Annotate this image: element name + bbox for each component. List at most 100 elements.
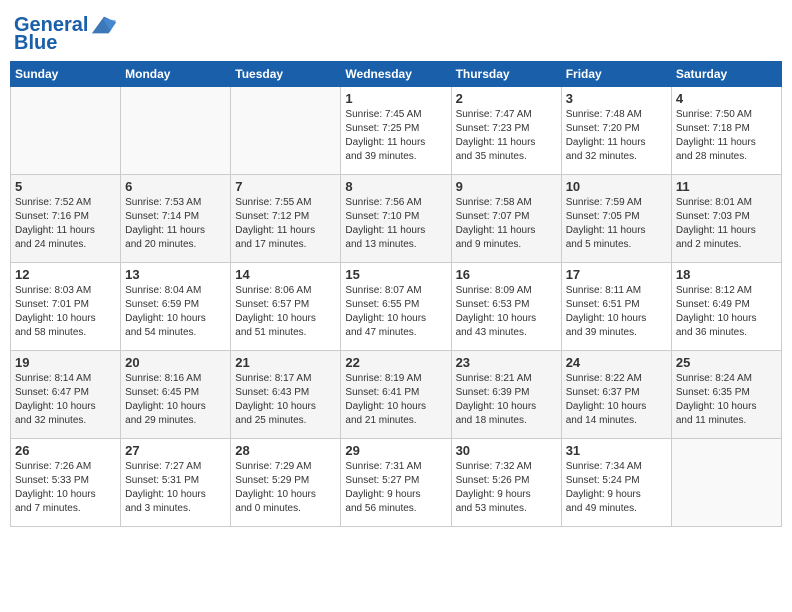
calendar-cell: 13 Sunrise: 8:04 AM Sunset: 6:59 PM Dayli… <box>121 263 231 351</box>
calendar-cell: 27 Sunrise: 7:27 AM Sunset: 5:31 PM Dayli… <box>121 439 231 527</box>
day-number: 23 <box>456 355 557 370</box>
day-info: Sunrise: 7:31 AM Sunset: 5:27 PM Dayligh… <box>345 460 446 516</box>
calendar-cell: 18Sunrise: 8:12 AM Sunset: 6:49 PM Dayli… <box>671 263 781 351</box>
day-number: 10 <box>566 179 667 194</box>
calendar-cell: 8 Sunrise: 7:56 AM Sunset: 7:10 PM Daylig… <box>341 175 451 263</box>
calendar-cell: 28 Sunrise: 7:29 AM Sunset: 5:29 PM Dayli… <box>231 439 341 527</box>
calendar-cell: 2 Sunrise: 7:47 AM Sunset: 7:23 PM Daylig… <box>451 87 561 175</box>
calendar-cell: 16Sunrise: 8:09 AM Sunset: 6:53 PM Dayli… <box>451 263 561 351</box>
calendar-cell: 25Sunrise: 8:24 AM Sunset: 6:35 PM Dayli… <box>671 351 781 439</box>
day-info: Sunrise: 7:59 AM Sunset: 7:05 PM Dayligh… <box>566 196 667 252</box>
day-number: 7 <box>235 179 336 194</box>
day-info: Sunrise: 7:27 AM Sunset: 5:31 PM Dayligh… <box>125 460 226 516</box>
calendar-header-row: SundayMondayTuesdayWednesdayThursdayFrid… <box>11 62 782 87</box>
day-info: Sunrise: 7:32 AM Sunset: 5:26 PM Dayligh… <box>456 460 557 516</box>
day-info: Sunrise: 8:03 AM Sunset: 7:01 PM Dayligh… <box>15 284 116 340</box>
day-info: Sunrise: 7:34 AM Sunset: 5:24 PM Dayligh… <box>566 460 667 516</box>
day-info: Sunrise: 7:56 AM Sunset: 7:10 PM Dayligh… <box>345 196 446 252</box>
calendar-table: SundayMondayTuesdayWednesdayThursdayFrid… <box>10 61 782 527</box>
day-info: Sunrise: 8:22 AM Sunset: 6:37 PM Dayligh… <box>566 372 667 428</box>
day-number: 15 <box>345 267 446 282</box>
calendar-cell <box>231 87 341 175</box>
day-of-week-header: Wednesday <box>341 62 451 87</box>
calendar-cell: 24Sunrise: 8:22 AM Sunset: 6:37 PM Dayli… <box>561 351 671 439</box>
day-info: Sunrise: 8:14 AM Sunset: 6:47 PM Dayligh… <box>15 372 116 428</box>
calendar-cell: 29 Sunrise: 7:31 AM Sunset: 5:27 PM Dayli… <box>341 439 451 527</box>
calendar-cell: 23 Sunrise: 8:21 AM Sunset: 6:39 PM Dayli… <box>451 351 561 439</box>
day-number: 17 <box>566 267 667 282</box>
day-info: Sunrise: 7:50 AM Sunset: 7:18 PM Dayligh… <box>676 108 777 164</box>
day-of-week-header: Thursday <box>451 62 561 87</box>
day-info: Sunrise: 7:52 AM Sunset: 7:16 PM Dayligh… <box>15 196 116 252</box>
day-number: 26 <box>15 443 116 458</box>
day-number: 31 <box>566 443 667 458</box>
day-info: Sunrise: 7:55 AM Sunset: 7:12 PM Dayligh… <box>235 196 336 252</box>
calendar-cell <box>11 87 121 175</box>
calendar-cell: 17Sunrise: 8:11 AM Sunset: 6:51 PM Dayli… <box>561 263 671 351</box>
day-number: 27 <box>125 443 226 458</box>
day-number: 1 <box>345 91 446 106</box>
day-number: 29 <box>345 443 446 458</box>
calendar-cell: 5 Sunrise: 7:52 AM Sunset: 7:16 PM Daylig… <box>11 175 121 263</box>
calendar-cell: 3 Sunrise: 7:48 AM Sunset: 7:20 PM Daylig… <box>561 87 671 175</box>
day-number: 21 <box>235 355 336 370</box>
page-header: General Blue <box>10 10 782 55</box>
day-info: Sunrise: 8:07 AM Sunset: 6:55 PM Dayligh… <box>345 284 446 340</box>
calendar-cell: 4 Sunrise: 7:50 AM Sunset: 7:18 PM Daylig… <box>671 87 781 175</box>
day-of-week-header: Tuesday <box>231 62 341 87</box>
day-info: Sunrise: 8:01 AM Sunset: 7:03 PM Dayligh… <box>676 196 777 252</box>
calendar-cell: 26Sunrise: 7:26 AM Sunset: 5:33 PM Dayli… <box>11 439 121 527</box>
day-info: Sunrise: 8:17 AM Sunset: 6:43 PM Dayligh… <box>235 372 336 428</box>
day-number: 4 <box>676 91 777 106</box>
day-of-week-header: Friday <box>561 62 671 87</box>
day-number: 8 <box>345 179 446 194</box>
day-info: Sunrise: 8:04 AM Sunset: 6:59 PM Dayligh… <box>125 284 226 340</box>
calendar-cell: 31 Sunrise: 7:34 AM Sunset: 5:24 PM Dayli… <box>561 439 671 527</box>
calendar-cell: 9 Sunrise: 7:58 AM Sunset: 7:07 PM Daylig… <box>451 175 561 263</box>
day-number: 14 <box>235 267 336 282</box>
day-info: Sunrise: 7:48 AM Sunset: 7:20 PM Dayligh… <box>566 108 667 164</box>
calendar-cell <box>671 439 781 527</box>
day-info: Sunrise: 8:19 AM Sunset: 6:41 PM Dayligh… <box>345 372 446 428</box>
day-info: Sunrise: 8:21 AM Sunset: 6:39 PM Dayligh… <box>456 372 557 428</box>
calendar-week-row: 26Sunrise: 7:26 AM Sunset: 5:33 PM Dayli… <box>11 439 782 527</box>
calendar-week-row: 12Sunrise: 8:03 AM Sunset: 7:01 PM Dayli… <box>11 263 782 351</box>
day-number: 2 <box>456 91 557 106</box>
day-info: Sunrise: 7:29 AM Sunset: 5:29 PM Dayligh… <box>235 460 336 516</box>
calendar-cell: 30 Sunrise: 7:32 AM Sunset: 5:26 PM Dayli… <box>451 439 561 527</box>
day-info: Sunrise: 7:58 AM Sunset: 7:07 PM Dayligh… <box>456 196 557 252</box>
day-of-week-header: Monday <box>121 62 231 87</box>
day-info: Sunrise: 8:16 AM Sunset: 6:45 PM Dayligh… <box>125 372 226 428</box>
calendar-cell: 1Sunrise: 7:45 AM Sunset: 7:25 PM Daylig… <box>341 87 451 175</box>
logo: General Blue <box>14 14 118 55</box>
day-number: 13 <box>125 267 226 282</box>
calendar-cell: 11Sunrise: 8:01 AM Sunset: 7:03 PM Dayli… <box>671 175 781 263</box>
calendar-cell: 14Sunrise: 8:06 AM Sunset: 6:57 PM Dayli… <box>231 263 341 351</box>
day-number: 20 <box>125 355 226 370</box>
day-info: Sunrise: 7:47 AM Sunset: 7:23 PM Dayligh… <box>456 108 557 164</box>
day-number: 22 <box>345 355 446 370</box>
calendar-week-row: 19 Sunrise: 8:14 AM Sunset: 6:47 PM Dayli… <box>11 351 782 439</box>
day-number: 30 <box>456 443 557 458</box>
day-number: 9 <box>456 179 557 194</box>
calendar-cell <box>121 87 231 175</box>
calendar-week-row: 5 Sunrise: 7:52 AM Sunset: 7:16 PM Daylig… <box>11 175 782 263</box>
day-info: Sunrise: 8:12 AM Sunset: 6:49 PM Dayligh… <box>676 284 777 340</box>
calendar-cell: 22 Sunrise: 8:19 AM Sunset: 6:41 PM Dayli… <box>341 351 451 439</box>
logo-icon <box>90 14 118 36</box>
calendar-week-row: 1Sunrise: 7:45 AM Sunset: 7:25 PM Daylig… <box>11 87 782 175</box>
calendar-cell: 6 Sunrise: 7:53 AM Sunset: 7:14 PM Daylig… <box>121 175 231 263</box>
day-number: 3 <box>566 91 667 106</box>
calendar-cell: 10 Sunrise: 7:59 AM Sunset: 7:05 PM Dayli… <box>561 175 671 263</box>
calendar-cell: 21 Sunrise: 8:17 AM Sunset: 6:43 PM Dayli… <box>231 351 341 439</box>
day-of-week-header: Sunday <box>11 62 121 87</box>
day-number: 6 <box>125 179 226 194</box>
calendar-cell: 20 Sunrise: 8:16 AM Sunset: 6:45 PM Dayli… <box>121 351 231 439</box>
day-number: 5 <box>15 179 116 194</box>
day-of-week-header: Saturday <box>671 62 781 87</box>
day-number: 16 <box>456 267 557 282</box>
calendar-cell: 15 Sunrise: 8:07 AM Sunset: 6:55 PM Dayli… <box>341 263 451 351</box>
day-number: 19 <box>15 355 116 370</box>
day-info: Sunrise: 7:53 AM Sunset: 7:14 PM Dayligh… <box>125 196 226 252</box>
day-number: 28 <box>235 443 336 458</box>
